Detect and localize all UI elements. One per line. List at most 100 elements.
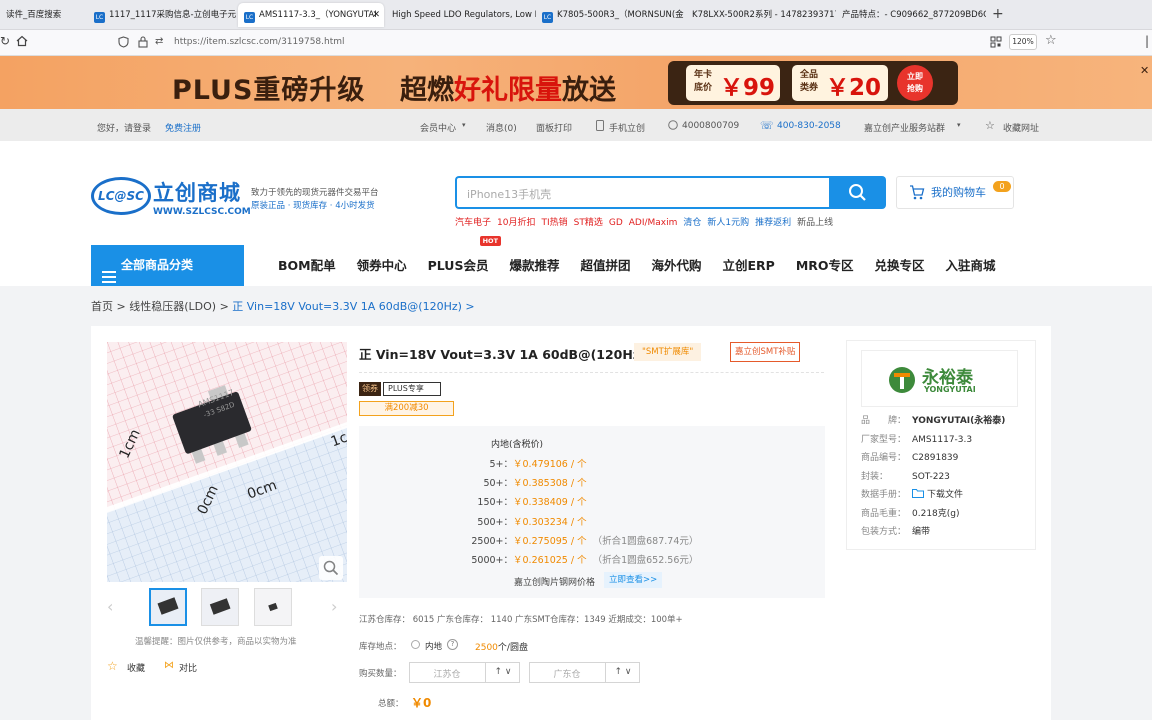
nav-item[interactable]: 入驻商城 bbox=[946, 258, 996, 273]
mobile-lcsc-link[interactable]: 手机立创 bbox=[609, 121, 645, 134]
quantity-stepper[interactable]: ↑ ∨ bbox=[485, 663, 520, 682]
divider bbox=[359, 372, 824, 373]
browser-tab-active[interactable]: LC AMS1117-3.3_（YONGYUTAI ✕ bbox=[238, 3, 384, 27]
main-nav: BOM配单 领券中心 PLUS会员 HOT 爆款推荐 超值拼团 海外代购 立创ERP MRO专区… bbox=[278, 236, 1017, 286]
cart-label: 我的购物车 bbox=[931, 186, 986, 199]
nav-item[interactable]: 立创ERP bbox=[723, 258, 775, 273]
nav-item[interactable]: 兑换专区 bbox=[875, 258, 925, 273]
quantity-stepper[interactable]: ↑ ∨ bbox=[605, 663, 640, 682]
site-header: LC@SC 立创商城 WWW.SZLCSC.COM 致力于领先的现货元器件交易平… bbox=[0, 141, 1152, 286]
breadcrumb-current[interactable]: 正 Vin=18V Vout=3.3V 1A 60dB@(120Hz) bbox=[232, 300, 462, 313]
bookmark-star-icon[interactable]: ☆ bbox=[1045, 33, 1057, 48]
hot-link[interactable]: 清仓 bbox=[683, 218, 701, 228]
close-tab-icon[interactable]: ✕ bbox=[372, 3, 380, 27]
coupon-badge[interactable]: 领券 bbox=[359, 382, 381, 396]
price-qty: 5000+： bbox=[471, 555, 513, 566]
collect-link[interactable]: 收藏 bbox=[127, 661, 145, 674]
nav-item[interactable]: PLUS会员 HOT bbox=[428, 236, 502, 273]
view-now-link[interactable]: 立即查看>> bbox=[604, 572, 663, 588]
plus-exclusive-badge[interactable]: PLUS专享 bbox=[383, 382, 441, 396]
compare-icon[interactable]: ⋈ bbox=[164, 660, 174, 671]
jiangsu-quantity-input[interactable]: 江苏仓 ↑ ∨ bbox=[409, 662, 520, 683]
banner-cta-button[interactable]: 立即抢购 bbox=[897, 65, 933, 101]
search-input[interactable]: iPhone13手机壳 bbox=[455, 176, 829, 209]
new-tab-icon[interactable]: + bbox=[992, 6, 1004, 22]
location-radio[interactable] bbox=[411, 640, 420, 649]
browser-tab[interactable]: 产品特点：- C909662_877209BD6C bbox=[836, 3, 986, 27]
help-icon[interactable]: ? bbox=[447, 639, 458, 650]
breadcrumb-category[interactable]: 线性稳压器(LDO) bbox=[129, 300, 216, 313]
spec-value: YONGYUTAI(永裕泰) bbox=[912, 416, 1006, 426]
member-center-link[interactable]: 会员中心 bbox=[420, 121, 456, 134]
spec-value: 0.218克(g) bbox=[912, 508, 960, 519]
spec-row: 包装方式： 编带 bbox=[861, 524, 930, 537]
cart-button[interactable]: 我的购物车 0 bbox=[896, 176, 1014, 209]
sidebar-toggle-icon[interactable]: | bbox=[1145, 34, 1149, 48]
hot-link[interactable]: ADI/Maxim bbox=[629, 218, 678, 228]
thumbnail-2[interactable] bbox=[201, 588, 239, 626]
thumbnail-1[interactable] bbox=[149, 588, 187, 626]
thumbnail-3[interactable] bbox=[254, 588, 292, 626]
hot-link[interactable]: 新人1元购 bbox=[707, 218, 749, 228]
nav-item[interactable]: 爆款推荐 bbox=[509, 258, 559, 273]
search-button[interactable] bbox=[829, 176, 886, 209]
browser-tab[interactable]: LC K7805-500R3_（MORNSUN(金 bbox=[536, 3, 686, 27]
thumbnail-prev-icon[interactable]: ‹ bbox=[107, 597, 113, 616]
hot-link[interactable]: 新品上线 bbox=[797, 218, 833, 228]
lock-icon[interactable] bbox=[138, 36, 148, 51]
browser-tab[interactable]: K78LXX-500R2系列 - 14782393717 bbox=[686, 3, 836, 27]
breadcrumb-home[interactable]: 首页 bbox=[91, 300, 113, 313]
collect-star-icon[interactable]: ☆ bbox=[107, 659, 118, 673]
reload-icon[interactable]: ↻ bbox=[0, 34, 10, 48]
product-main-image[interactable]: AMS1117 -33 S82D 1cm 0cm 0cm 1c bbox=[107, 342, 347, 582]
datasheet-download-link[interactable]: 下载文件 bbox=[927, 490, 963, 500]
shield-icon[interactable] bbox=[118, 36, 129, 51]
register-link[interactable]: 免费注册 bbox=[165, 121, 201, 134]
logo-name[interactable]: 立创商城 bbox=[153, 177, 241, 207]
spec-key: 封装： bbox=[861, 471, 889, 482]
qr-code-icon[interactable] bbox=[990, 36, 1002, 51]
hot-link[interactable]: 汽车电子 bbox=[455, 218, 491, 228]
browser-tab[interactable]: 读件_百度搜索 bbox=[0, 3, 88, 27]
hot-link[interactable]: GD bbox=[609, 218, 623, 228]
hot-link[interactable]: 10月折扣 bbox=[497, 218, 535, 228]
spec-row: 数据手册： 下载文件 bbox=[861, 487, 963, 500]
favorite-site-link[interactable]: 收藏网址 bbox=[1003, 121, 1039, 134]
zoom-level-badge[interactable]: 120% bbox=[1009, 34, 1037, 50]
lcsc-logo-mark[interactable]: LC@SC bbox=[91, 177, 151, 215]
guangdong-quantity-input[interactable]: 广东仓 ↑ ∨ bbox=[529, 662, 640, 683]
url-field[interactable]: https://item.szlcsc.com/3119758.html bbox=[174, 37, 345, 47]
nav-item[interactable]: MRO专区 bbox=[796, 258, 854, 273]
messages-link[interactable]: 消息(0) bbox=[486, 121, 517, 134]
discount-coupon[interactable]: 满200减30 bbox=[359, 401, 454, 416]
hot-link[interactable]: 推荐返利 bbox=[755, 218, 791, 228]
home-icon[interactable] bbox=[16, 35, 28, 50]
nav-item[interactable]: BOM配单 bbox=[278, 258, 336, 273]
smt-assembly-tag[interactable]: 嘉立创SMT补贴 bbox=[730, 342, 801, 362]
close-banner-icon[interactable]: ✕ bbox=[1140, 64, 1149, 77]
tab-label: 1117_1117采购信息-立创电子元 bbox=[109, 10, 236, 20]
promo-banner[interactable]: PLUS重磅升级 超燃好礼限量放送 年卡底价 ￥99 全品类券 ￥20 立即抢购… bbox=[0, 56, 1152, 109]
price-qty: 2500+： bbox=[471, 535, 513, 547]
nav-item[interactable]: 超值拼团 bbox=[580, 258, 630, 273]
hot-link[interactable]: TI热销 bbox=[541, 218, 567, 228]
location-value[interactable]: 内地 bbox=[425, 640, 442, 652]
login-greeting[interactable]: 您好，请登录 bbox=[97, 121, 151, 134]
zoom-icon[interactable] bbox=[319, 556, 343, 580]
price-note: （折合1圆盘687.74元） bbox=[592, 535, 699, 547]
thumbnail-next-icon[interactable]: › bbox=[331, 597, 337, 616]
hot-link[interactable]: ST精选 bbox=[574, 218, 603, 228]
price-price: ￥0.338409 / 个 bbox=[513, 497, 587, 509]
compare-link[interactable]: 对比 bbox=[179, 661, 197, 674]
service-sites-link[interactable]: 嘉立创产业服务站群 bbox=[864, 121, 945, 134]
permissions-icon[interactable]: ⇄ bbox=[155, 36, 163, 47]
panel-print-link[interactable]: 面板打印 bbox=[536, 121, 572, 134]
all-categories-button[interactable]: 全部商品分类 bbox=[91, 245, 244, 286]
brand-logo[interactable]: 永裕泰 YONGYUTAI bbox=[861, 350, 1018, 407]
nav-item[interactable]: 海外代购 bbox=[651, 258, 701, 273]
nav-item[interactable]: 领券中心 bbox=[357, 258, 407, 273]
browser-tab[interactable]: High Speed LDO Regulators, Low I bbox=[386, 3, 536, 27]
browser-tab[interactable]: LC 1117_1117采购信息-立创电子元 bbox=[88, 3, 236, 27]
reel-quantity-value: 2500 bbox=[475, 643, 498, 653]
smt-library-tag[interactable]: "SMT扩展库" bbox=[634, 343, 702, 361]
